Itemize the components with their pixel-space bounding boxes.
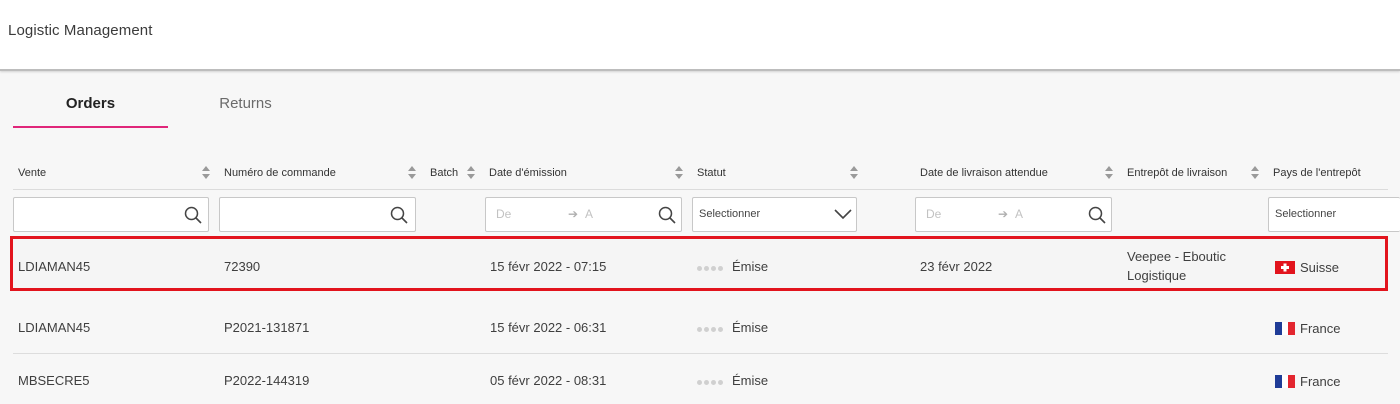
sort-icon[interactable] xyxy=(674,165,684,181)
france-flag-icon xyxy=(1275,322,1295,335)
table-row[interactable]: LDIAMAN45 72390 15 févr 2022 - 07:15 Émi… xyxy=(10,236,1388,291)
status-progress-icon xyxy=(697,266,723,271)
sort-icon[interactable] xyxy=(407,165,417,181)
arrow-right-icon: ➔ xyxy=(568,207,579,221)
chevron-down-icon xyxy=(834,209,852,220)
column-header-numero[interactable]: Numéro de commande xyxy=(224,158,336,188)
statut-select-value: Selectionner xyxy=(699,208,761,220)
date-emission-range-filter[interactable]: De ➔ A xyxy=(485,197,682,232)
search-icon xyxy=(658,206,676,224)
sort-icon[interactable] xyxy=(1250,165,1260,181)
france-flag-icon xyxy=(1275,375,1295,388)
arrow-right-icon: ➔ xyxy=(998,207,1009,221)
statut-cell: Émise xyxy=(732,373,769,388)
column-header-pays[interactable]: Pays de l'entrepôt xyxy=(1273,158,1361,188)
date-livraison-range-filter[interactable]: De ➔ A xyxy=(915,197,1112,232)
top-bar: Logistic Management xyxy=(0,0,1400,71)
header-divider xyxy=(13,189,1388,190)
pays-cell: Suisse xyxy=(1300,260,1340,275)
search-icon xyxy=(390,206,408,224)
switzerland-flag-icon xyxy=(1275,261,1295,274)
table-header: Vente Numéro de commande Batch Date d'ém… xyxy=(0,158,1400,188)
table-row[interactable]: MBSECRE5 P2022-144319 05 févr 2022 - 08:… xyxy=(13,355,1388,404)
statut-cell: Émise xyxy=(732,259,769,274)
date-to-placeholder: A xyxy=(1015,207,1024,221)
date-to-placeholder: A xyxy=(585,207,594,221)
pays-select-value: Selectionner xyxy=(1275,208,1337,220)
statut-select[interactable]: Selectionner xyxy=(692,197,857,232)
sort-icon[interactable] xyxy=(466,165,476,181)
column-header-date-livraison[interactable]: Date de livraison attendue xyxy=(920,158,1048,188)
date-emission-cell: 05 févr 2022 - 08:31 xyxy=(490,373,607,388)
numero-cell[interactable]: P2022-144319 xyxy=(224,373,309,388)
tab-bar: Orders Returns xyxy=(0,72,1400,132)
date-emission-cell: 15 févr 2022 - 06:31 xyxy=(490,320,607,335)
numero-cell[interactable]: 72390 xyxy=(224,259,260,274)
statut-cell: Émise xyxy=(732,320,769,335)
pays-cell: France xyxy=(1300,321,1341,336)
search-icon xyxy=(1088,206,1106,224)
column-header-statut[interactable]: Statut xyxy=(697,158,726,188)
tab-returns[interactable]: Returns xyxy=(168,72,323,128)
tab-orders[interactable]: Orders xyxy=(13,72,168,128)
column-header-vente[interactable]: Vente xyxy=(18,158,46,188)
numero-filter-input[interactable] xyxy=(219,197,416,232)
vente-cell: LDIAMAN45 xyxy=(18,259,91,274)
status-progress-icon xyxy=(697,327,723,332)
vente-cell: MBSECRE5 xyxy=(18,373,90,388)
status-progress-icon xyxy=(697,380,723,385)
sort-icon[interactable] xyxy=(849,165,859,181)
search-icon xyxy=(184,206,202,224)
entrepot-cell-line1: Veepee - Eboutic xyxy=(1127,249,1227,264)
sort-icon[interactable] xyxy=(201,165,211,181)
date-livraison-cell: 23 févr 2022 xyxy=(920,259,993,274)
date-from-placeholder: De xyxy=(926,207,942,221)
app-title: Logistic Management xyxy=(8,22,153,39)
vente-cell: LDIAMAN45 xyxy=(18,320,91,335)
date-from-placeholder: De xyxy=(496,207,512,221)
pays-cell: France xyxy=(1300,374,1341,389)
pays-select[interactable]: Selectionner xyxy=(1268,197,1400,232)
table-row[interactable]: LDIAMAN45 P2021-131871 15 févr 2022 - 06… xyxy=(13,302,1388,354)
numero-cell[interactable]: P2021-131871 xyxy=(224,320,309,335)
column-header-entrepot[interactable]: Entrepôt de livraison xyxy=(1127,158,1227,188)
entrepot-cell-line2: Logistique xyxy=(1127,268,1187,283)
column-header-batch[interactable]: Batch xyxy=(430,158,458,188)
column-header-date-emission[interactable]: Date d'émission xyxy=(489,158,567,188)
date-emission-cell: 15 févr 2022 - 07:15 xyxy=(490,259,607,274)
vente-filter-input[interactable] xyxy=(13,197,209,232)
sort-icon[interactable] xyxy=(1104,165,1114,181)
